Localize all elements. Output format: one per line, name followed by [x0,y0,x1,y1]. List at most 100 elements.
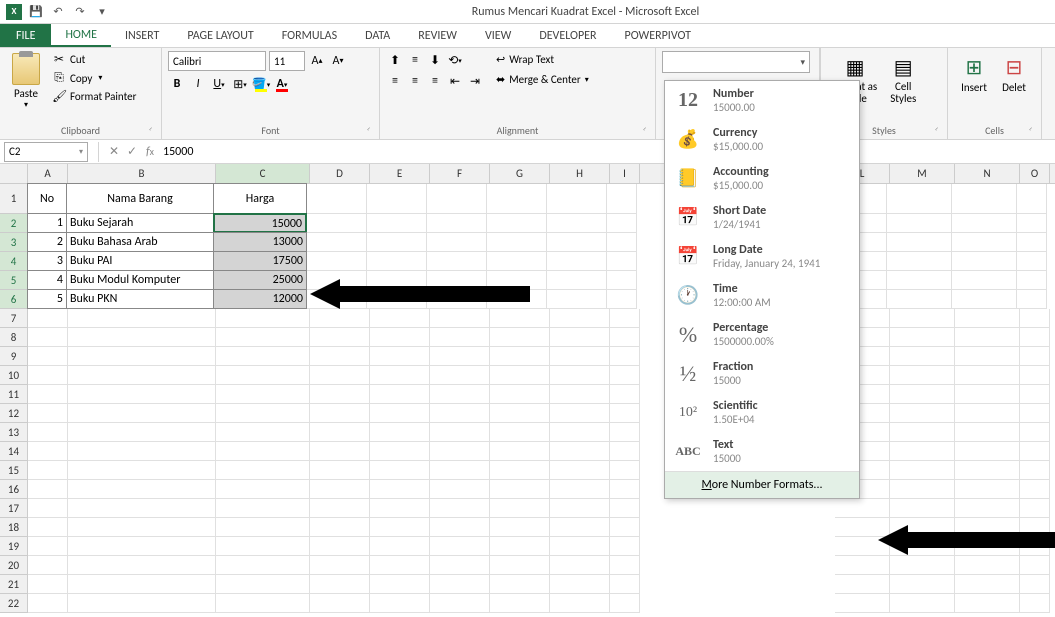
cell[interactable] [367,214,427,233]
cell[interactable] [550,404,610,423]
cell[interactable] [367,233,427,252]
cell[interactable] [1020,404,1050,423]
cell[interactable] [68,404,216,423]
cell[interactable] [490,518,550,537]
cell[interactable] [607,271,637,290]
cell[interactable] [307,271,367,290]
cell[interactable] [550,366,610,385]
cell[interactable] [610,423,640,442]
tab-view[interactable]: VIEW [471,24,525,47]
cell[interactable]: 5 [27,289,67,309]
cell[interactable] [68,556,216,575]
cell[interactable] [68,423,216,442]
cell[interactable] [490,442,550,461]
cell[interactable] [955,385,1020,404]
cell[interactable] [310,575,370,594]
cell[interactable] [430,575,490,594]
cell[interactable] [427,184,487,214]
font-color-button[interactable]: A▾ [273,75,291,93]
cell[interactable] [216,423,310,442]
cell[interactable] [550,518,610,537]
cell[interactable] [890,480,955,499]
cell[interactable] [367,252,427,271]
cell[interactable] [490,556,550,575]
cell[interactable] [28,347,68,366]
cell[interactable]: Buku PKN [66,289,214,309]
row-header[interactable]: 4 [0,252,28,271]
tab-developer[interactable]: DEVELOPER [525,24,610,47]
cell[interactable] [490,404,550,423]
cell[interactable] [890,366,955,385]
cell[interactable] [1017,233,1047,252]
tab-formulas[interactable]: FORMULAS [268,24,351,47]
cell[interactable] [952,233,1017,252]
number-format-option[interactable]: ABC Text 15000 [665,432,859,471]
cell[interactable] [607,252,637,271]
cell[interactable] [430,537,490,556]
number-format-option[interactable]: % Percentage 1500000.00% [665,315,859,354]
borders-button[interactable]: ⊞▾ [231,75,249,93]
cell[interactable] [28,404,68,423]
row-header[interactable]: 2 [0,214,28,233]
cell[interactable] [370,461,430,480]
cell[interactable] [68,480,216,499]
cell[interactable]: Buku Modul Komputer [66,270,214,290]
tab-insert[interactable]: INSERT [111,24,173,47]
cell[interactable] [887,184,952,214]
cell[interactable] [835,594,890,613]
cell[interactable] [607,233,637,252]
row-header[interactable]: 8 [0,328,28,347]
cell[interactable] [610,537,640,556]
cell[interactable] [68,575,216,594]
number-format-dropdown[interactable]: ▾ [662,51,810,73]
cell[interactable] [490,480,550,499]
row-header[interactable]: 22 [0,594,28,613]
cell[interactable]: Buku Bahasa Arab [66,232,214,252]
cell[interactable] [310,385,370,404]
cell[interactable] [307,290,367,309]
cell[interactable] [955,575,1020,594]
cell[interactable] [370,309,430,328]
cell[interactable] [68,309,216,328]
cell[interactable] [370,480,430,499]
cell[interactable] [427,214,487,233]
cell[interactable] [955,461,1020,480]
cell[interactable] [952,184,1017,214]
number-format-option[interactable]: 10² Scientific 1.50E+04 [665,393,859,432]
cell[interactable] [430,461,490,480]
cell[interactable] [370,575,430,594]
row-header[interactable]: 10 [0,366,28,385]
cell[interactable] [370,404,430,423]
cell[interactable] [1020,366,1050,385]
cell[interactable]: 25000 [213,270,307,290]
cell[interactable]: Nama Barang [66,183,214,214]
cell[interactable] [1020,385,1050,404]
cell[interactable] [28,366,68,385]
cell[interactable] [550,499,610,518]
cell[interactable] [890,575,955,594]
cell[interactable] [1017,290,1047,309]
cell[interactable] [310,594,370,613]
decrease-font-icon[interactable]: A▾ [329,52,347,70]
cell[interactable] [68,366,216,385]
cell[interactable] [955,556,1020,575]
cell[interactable] [952,290,1017,309]
cell[interactable] [955,518,1020,537]
cell[interactable] [367,271,427,290]
tab-review[interactable]: REVIEW [404,24,471,47]
paste-button[interactable]: Paste ▾ [6,51,46,112]
cell[interactable] [610,366,640,385]
fx-icon[interactable]: fx [141,143,159,161]
row-header[interactable]: 15 [0,461,28,480]
wrap-text-button[interactable]: ↩Wrap Text [492,51,593,68]
tab-file[interactable]: FILE [0,24,51,47]
cell[interactable] [216,347,310,366]
cell[interactable]: Buku Sejarah [66,213,214,233]
cell[interactable] [955,499,1020,518]
cell[interactable] [890,594,955,613]
cell[interactable] [490,423,550,442]
increase-font-icon[interactable]: A▴ [308,52,326,70]
cell[interactable] [610,328,640,347]
cell[interactable] [610,556,640,575]
cell[interactable] [487,233,547,252]
